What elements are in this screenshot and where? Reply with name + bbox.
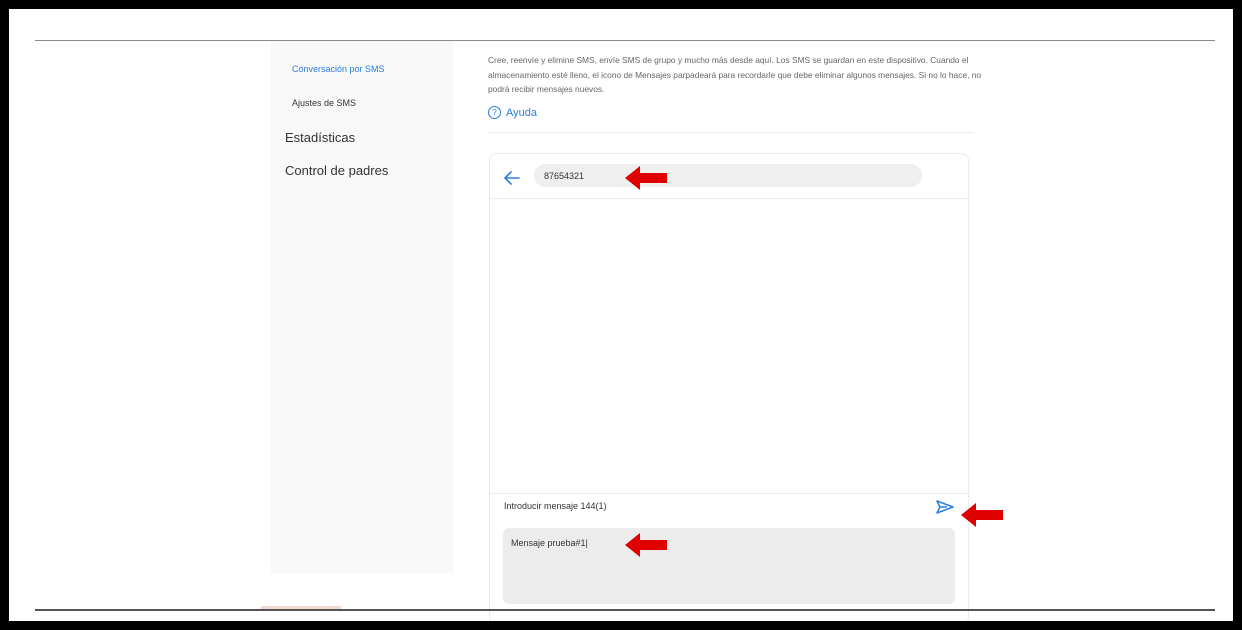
conversation-panel: Introducir mensaje 144(1) Mensaje prueba… <box>489 153 969 621</box>
sidebar-item-sms-conversation[interactable]: Conversación por SMS <box>292 64 385 74</box>
red-arrow-left-icon <box>961 503 1003 527</box>
top-divider <box>35 40 1215 41</box>
sms-description: Cree, reenvíe y elimine SMS, envíe SMS d… <box>488 55 982 94</box>
recipient-input[interactable] <box>534 164 922 187</box>
message-input[interactable]: Mensaje prueba#1| <box>503 528 955 604</box>
section-divider <box>488 132 974 133</box>
bottom-divider <box>35 609 1215 611</box>
red-arrow-left-icon <box>625 533 667 557</box>
help-label: Ayuda <box>506 106 537 119</box>
sidebar-item-parental-control[interactable]: Control de padres <box>285 163 388 178</box>
message-counter-label: Introducir mensaje 144(1) <box>504 501 607 511</box>
red-arrow-left-icon <box>625 166 667 190</box>
help-link[interactable]: ? Ayuda <box>488 106 537 119</box>
conversation-header <box>490 154 968 199</box>
sidebar: Conversación por SMS Ajustes de SMS Esta… <box>271 41 453 573</box>
sidebar-item-sms-settings[interactable]: Ajustes de SMS <box>292 98 356 108</box>
send-icon[interactable] <box>935 499 955 515</box>
screenshot-frame: Conversación por SMS Ajustes de SMS Esta… <box>9 9 1233 621</box>
sidebar-item-statistics[interactable]: Estadísticas <box>285 130 355 145</box>
arrow-left-icon[interactable] <box>501 167 523 189</box>
help-circle-icon: ? <box>488 106 501 119</box>
compose-divider <box>490 493 968 494</box>
